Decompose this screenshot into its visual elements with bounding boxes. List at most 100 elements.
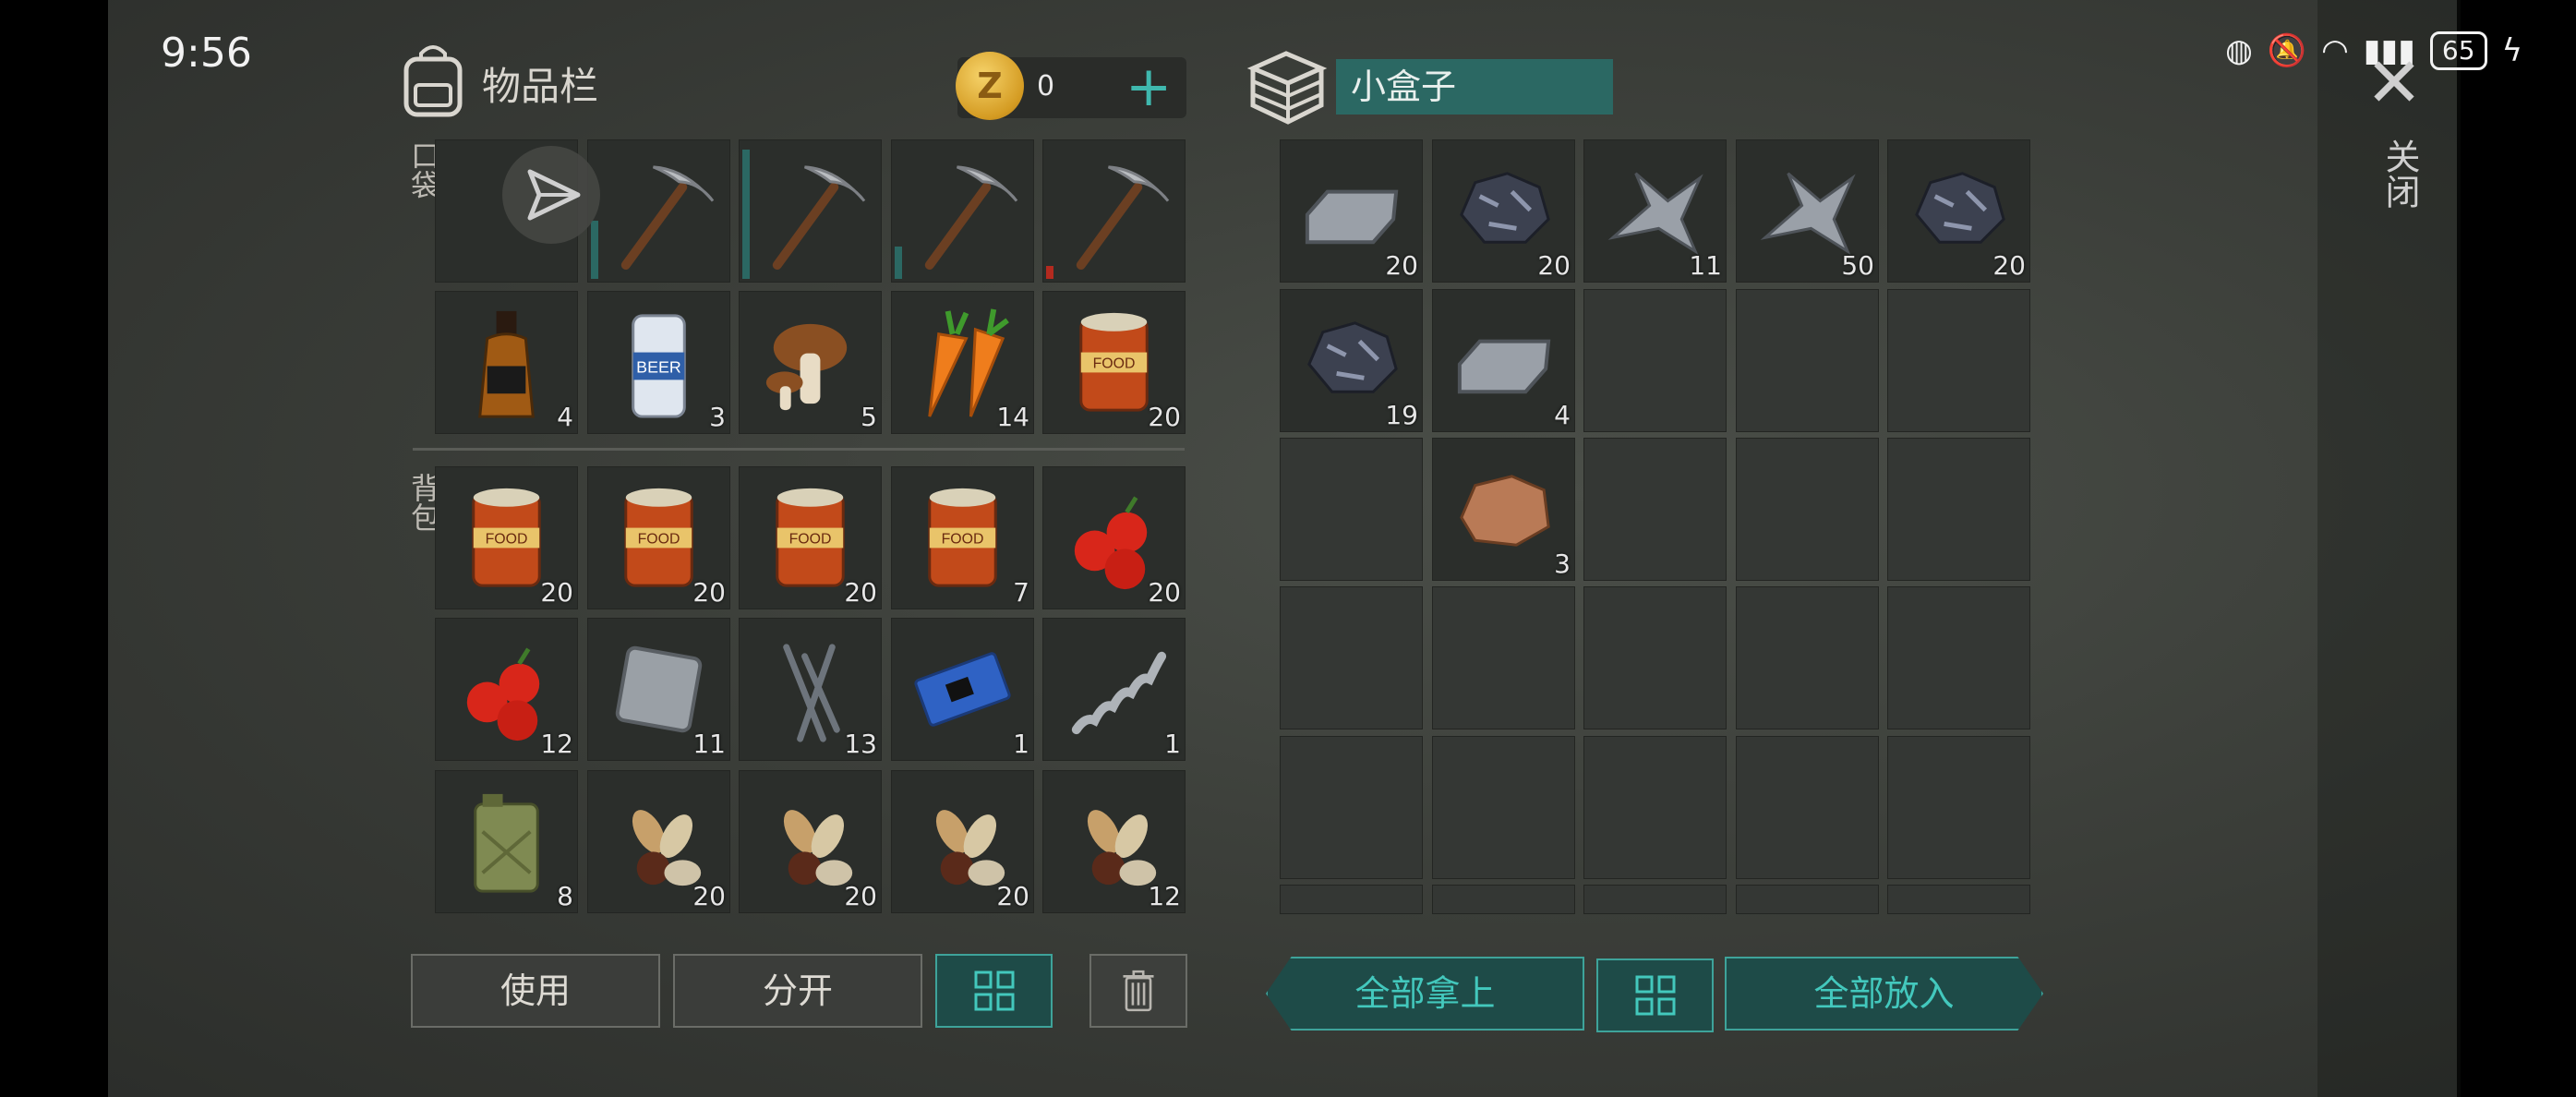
box-slot[interactable] [1432,736,1575,879]
wifi-icon: ◠ [2321,32,2349,69]
box-slot[interactable]: 20 [1432,139,1575,283]
pickaxe-icon [1076,165,1170,271]
pocket-slot[interactable] [739,139,882,283]
box-slot[interactable]: 20 [1280,139,1423,283]
pocket-slot[interactable]: FOOD 20 [1042,291,1186,434]
box-slot[interactable]: 19 [1280,289,1423,432]
box-slot[interactable] [1887,736,2030,879]
durability-bar [895,247,902,279]
item-count: 20 [844,577,877,608]
item-count: 12 [1148,881,1181,911]
item-count: 20 [844,881,877,911]
status-time: 9:56 [161,30,252,77]
item-count: 20 [1385,250,1418,281]
item-count: 20 [996,881,1029,911]
box-slot[interactable] [1736,885,1879,914]
backpack-slot[interactable]: 1 [891,618,1034,761]
inventory-title: 物品栏 [482,63,599,109]
box-slot[interactable] [1583,586,1727,729]
item-count: 3 [709,402,726,432]
backpack-slot[interactable]: 8 [435,770,578,913]
box-slot[interactable]: 4 [1432,289,1575,432]
backpack-slot[interactable]: 1 [1042,618,1186,761]
pickaxe-icon [924,165,1018,271]
backpack-slot[interactable]: 20 [891,770,1034,913]
box-name-field[interactable]: 小盒子 [1336,59,1613,115]
pocket-slot[interactable]: 4 [435,291,578,434]
pocket-slot[interactable]: 5 [739,291,882,434]
box-slot[interactable] [1887,289,2030,432]
backpack-slot[interactable]: 20 [1042,466,1186,609]
put-all-button[interactable]: 全部放入 [1725,957,2043,1031]
backpack-slot[interactable]: FOOD 20 [587,466,730,609]
box-slot[interactable]: 20 [1887,139,2030,283]
add-coins-button[interactable]: + [1125,59,1172,115]
backpack-slot[interactable]: FOOD 20 [435,466,578,609]
item-count: 12 [540,729,573,759]
item-count: 13 [844,729,877,759]
box-slot[interactable] [1432,885,1575,914]
box-slot[interactable] [1887,586,2030,729]
coin-count: 0 [1037,70,1055,102]
svg-text:BEER: BEER [636,357,681,376]
box-slot[interactable] [1583,289,1727,432]
backpack-slot[interactable]: 12 [435,618,578,761]
trash-button[interactable] [1089,954,1187,1028]
pocket-slot[interactable] [587,139,730,283]
backpack-slot[interactable]: FOOD 20 [739,466,882,609]
box-slot[interactable] [1887,438,2030,581]
hd-call-icon: ◍ [2225,32,2253,69]
item-count: 8 [557,881,573,911]
box-slot[interactable] [1280,736,1423,879]
pocket-slot[interactable] [1042,139,1186,283]
take-all-button[interactable]: 全部拿上 [1266,957,1584,1031]
sort-box-button[interactable] [1596,958,1714,1032]
box-icon [1246,51,1328,125]
box-slot[interactable] [1280,586,1423,729]
backpack-slot[interactable]: FOOD 7 [891,466,1034,609]
pocket-slot[interactable]: BEER 3 [587,291,730,434]
backpack-slot[interactable]: 20 [587,770,730,913]
iron-ingot-icon [1457,339,1551,394]
backpack-slot[interactable]: 20 [739,770,882,913]
backpack-slot[interactable]: 11 [587,618,730,761]
copper-ore-icon [1460,475,1550,547]
trash-icon [1123,970,1154,1012]
box-slot[interactable] [1736,438,1879,581]
svg-text:FOOD: FOOD [789,531,832,547]
box-slot[interactable] [1736,736,1879,879]
item-count: 50 [1841,250,1874,281]
box-slot[interactable]: 50 [1736,139,1879,283]
svg-text:FOOD: FOOD [486,531,528,547]
pocket-slot[interactable]: 14 [891,291,1034,434]
share-button[interactable] [502,146,600,244]
close-label[interactable]: 关闭 [2375,139,2426,209]
box-slot[interactable] [1887,885,2030,914]
box-slot[interactable] [1736,289,1879,432]
box-slot[interactable] [1280,885,1423,914]
use-button[interactable]: 使用 [411,954,660,1028]
item-count: 1 [1013,729,1029,759]
split-button[interactable]: 分开 [673,954,922,1028]
mushroom-icon [765,323,848,411]
pocket-slot[interactable] [891,139,1034,283]
item-count: 20 [692,577,726,608]
inventory-header: 物品栏 [397,44,598,122]
box-slot[interactable] [1583,885,1727,914]
item-count: 19 [1385,400,1418,430]
box-slot[interactable]: 11 [1583,139,1727,283]
box-slot[interactable] [1280,438,1423,581]
box-slot[interactable] [1583,438,1727,581]
grid-icon [1635,975,1675,1016]
box-slot[interactable] [1583,736,1727,879]
backpack-slot[interactable]: 12 [1042,770,1186,913]
pickaxe-icon [772,165,866,271]
backpack-slot[interactable]: 13 [739,618,882,761]
box-slot[interactable] [1736,586,1879,729]
sort-inventory-button[interactable] [935,954,1053,1028]
item-count: 20 [540,577,573,608]
item-count: 11 [692,729,726,759]
close-icon[interactable]: ✕ [2365,49,2423,117]
box-slot[interactable]: 3 [1432,438,1575,581]
box-slot[interactable] [1432,586,1575,729]
